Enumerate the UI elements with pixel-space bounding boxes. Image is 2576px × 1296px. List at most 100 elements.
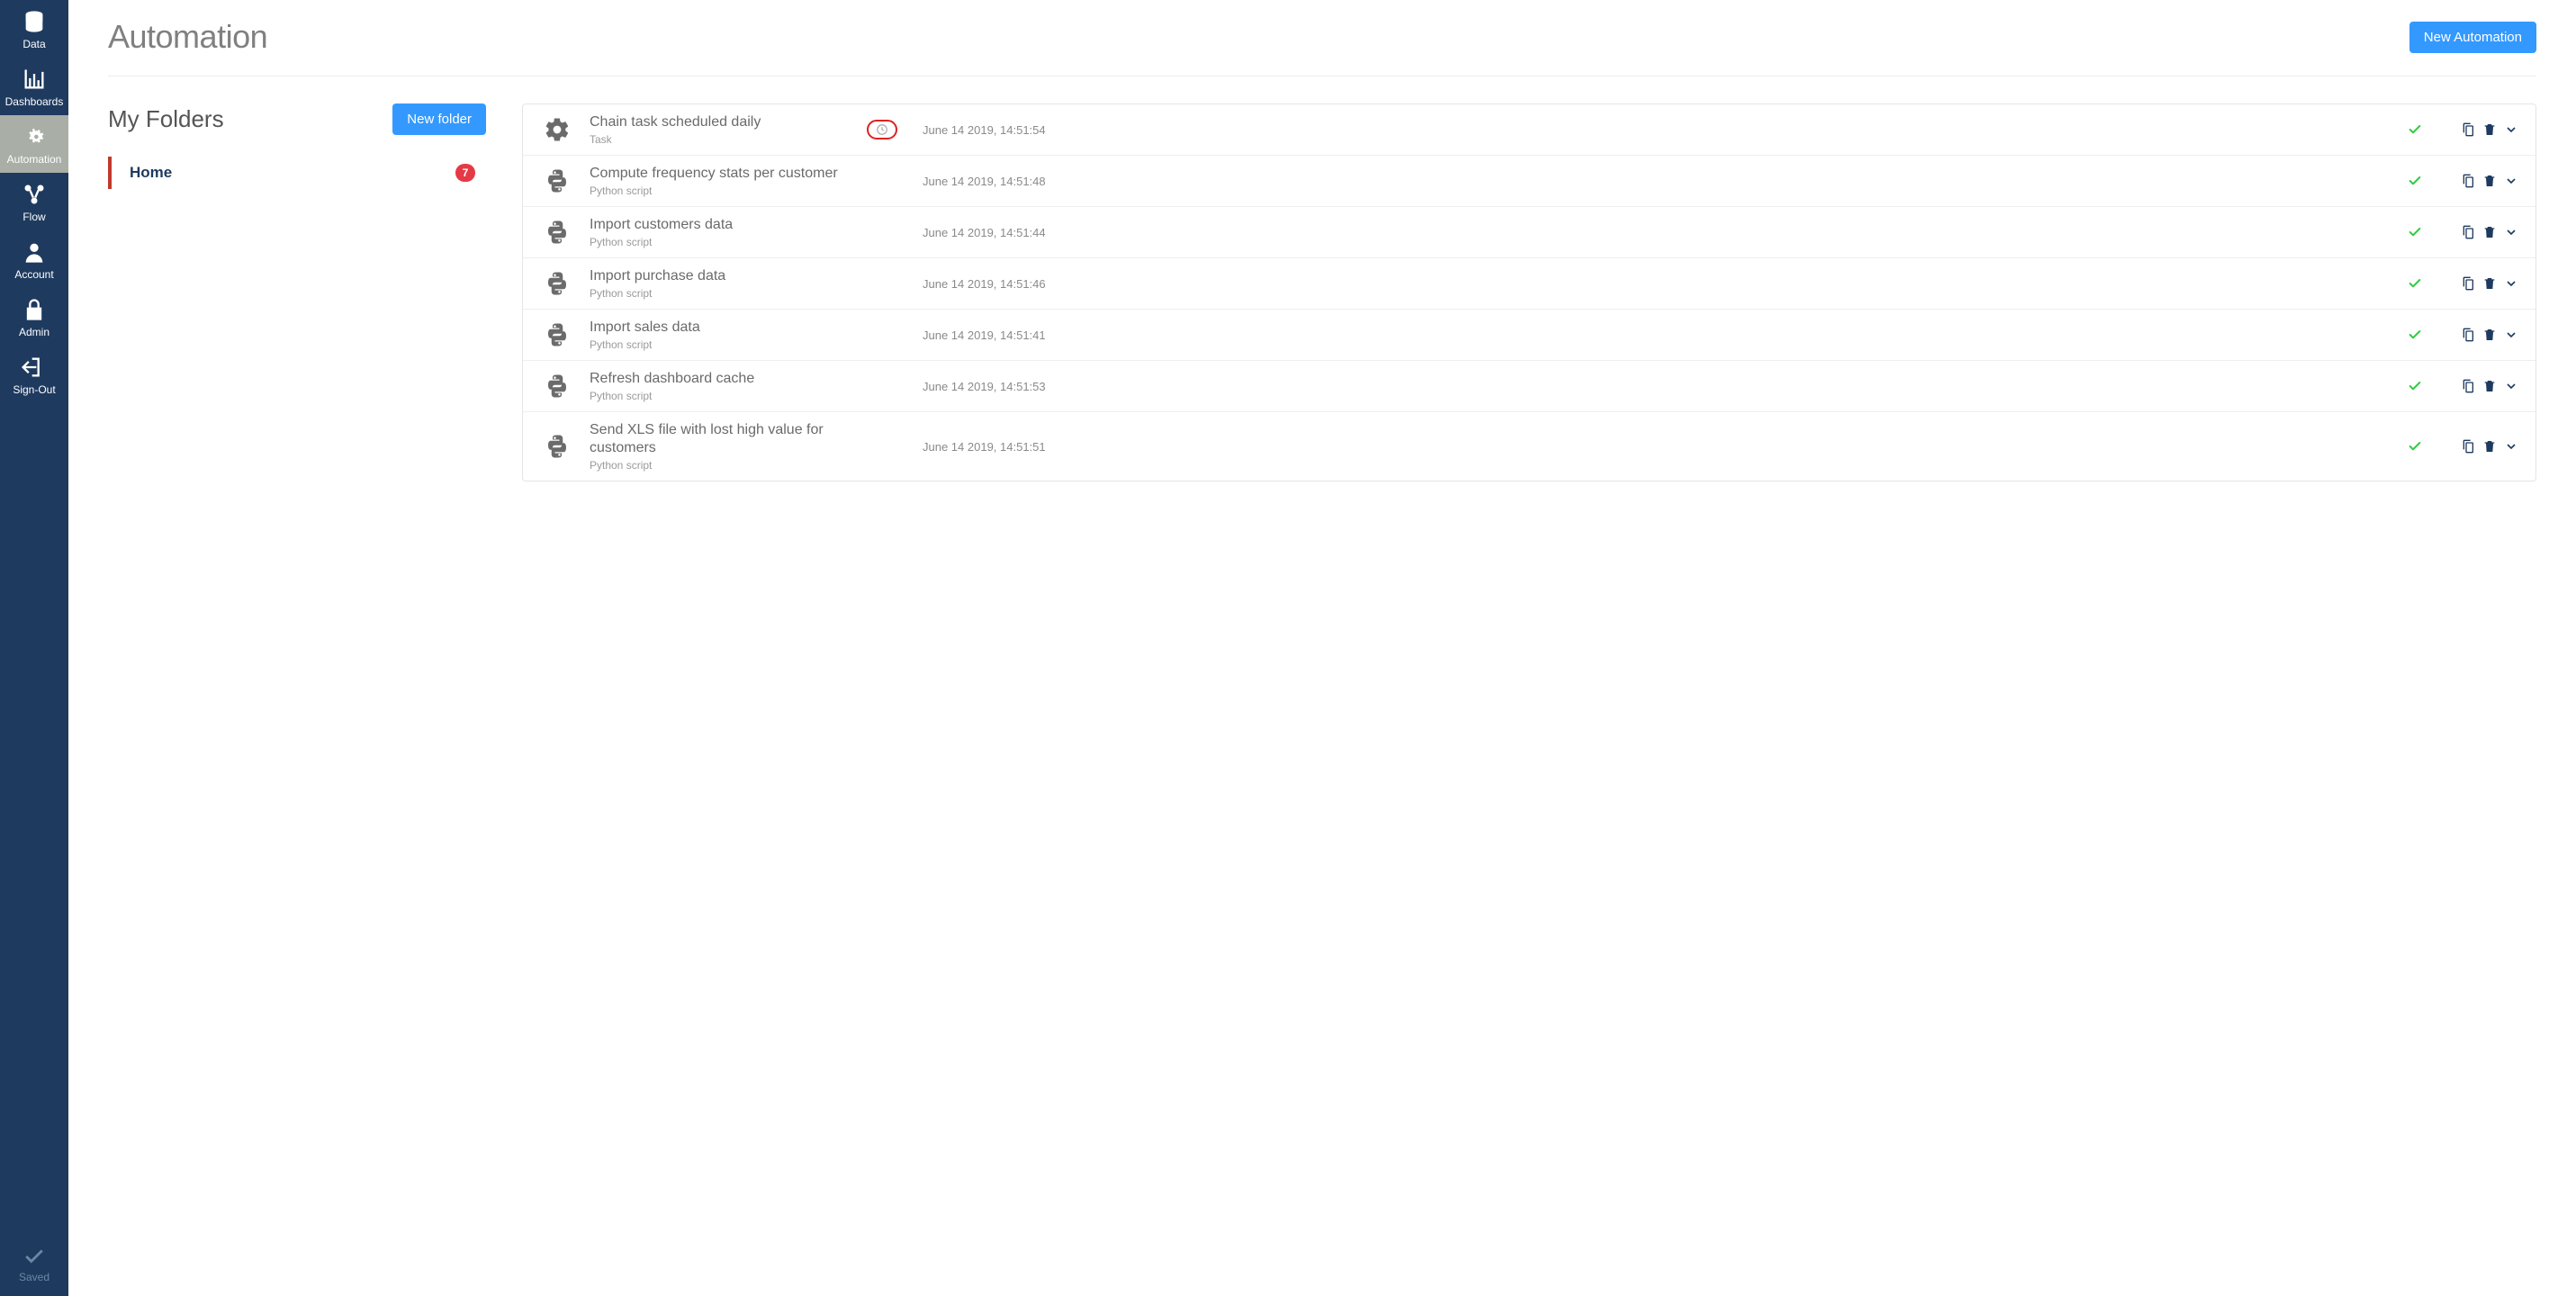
task-subtitle: Python script [590,390,842,402]
check-icon [2408,225,2422,239]
python-icon [534,219,581,246]
expand-button[interactable] [2503,438,2519,454]
sidebar-item-automation[interactable]: Automation [0,115,68,173]
chevron-down-icon [2504,174,2518,188]
folders-title: My Folders [108,105,224,133]
task-date: June 14 2019, 14:51:46 [923,277,2370,291]
task-subtitle: Task [590,133,842,146]
sidebar-item-account[interactable]: Account [0,230,68,288]
task-status [2379,439,2451,454]
sidebar-item-admin[interactable]: Admin [0,288,68,346]
folder-count-badge: 7 [455,164,475,182]
clock-icon [876,123,888,136]
header: Automation New Automation [108,18,2536,76]
delete-button[interactable] [2481,378,2498,394]
task-status [2379,379,2451,393]
copy-button[interactable] [2460,224,2476,240]
check-icon [23,1244,46,1267]
gears-icon [22,124,47,149]
trash-icon [2482,225,2497,239]
task-row[interactable]: Compute frequency stats per customer Pyt… [523,156,2535,207]
task-list: Chain task scheduled daily Task June 14 … [522,104,2536,482]
flow-icon [22,182,47,207]
folder-row[interactable]: Home 7 [108,157,486,189]
copy-icon [2461,276,2475,291]
task-row[interactable]: Send XLS file with lost high value for c… [523,412,2535,481]
trash-icon [2482,122,2497,137]
python-icon [534,270,581,297]
trash-icon [2482,174,2497,188]
check-icon [2408,174,2422,188]
task-subtitle: Python script [590,459,842,472]
task-date: June 14 2019, 14:51:41 [923,328,2370,342]
folder-name: Home [130,164,172,182]
python-icon [534,373,581,400]
task-date: June 14 2019, 14:51:54 [923,123,2370,137]
task-row[interactable]: Import customers data Python script June… [523,207,2535,258]
delete-button[interactable] [2481,224,2498,240]
copy-button[interactable] [2460,438,2476,454]
page-title: Automation [108,18,267,56]
task-status [2379,276,2451,291]
copy-button[interactable] [2460,122,2476,138]
sidebar-item-flow[interactable]: Flow [0,173,68,230]
delete-button[interactable] [2481,438,2498,454]
copy-button[interactable] [2460,378,2476,394]
task-status [2379,225,2451,239]
sidebar-item-label: Flow [23,211,45,223]
copy-button[interactable] [2460,275,2476,292]
scheduled-indicator [867,120,897,140]
new-automation-button[interactable]: New Automation [2409,22,2536,53]
check-icon [2408,439,2422,454]
task-row[interactable]: Import purchase data Python script June … [523,258,2535,310]
lock-icon [22,297,47,322]
delete-button[interactable] [2481,173,2498,189]
task-row[interactable]: Chain task scheduled daily Task June 14 … [523,104,2535,156]
task-subtitle: Python script [590,338,842,351]
sidebar-item-label: Admin [19,326,50,338]
task-row[interactable]: Refresh dashboard cache Python script Ju… [523,361,2535,412]
delete-button[interactable] [2481,327,2498,343]
expand-button[interactable] [2503,122,2519,138]
saved-label: Saved [19,1271,50,1283]
delete-button[interactable] [2481,275,2498,292]
expand-button[interactable] [2503,224,2519,240]
expand-button[interactable] [2503,173,2519,189]
sidebar-item-sign-out[interactable]: Sign-Out [0,346,68,403]
check-icon [2408,379,2422,393]
chevron-down-icon [2504,225,2518,239]
bar-chart-icon [22,67,47,92]
delete-button[interactable] [2481,122,2498,138]
trash-icon [2482,439,2497,454]
task-title: Import sales data [590,319,842,337]
task-title: Compute frequency stats per customer [590,165,842,183]
sign-out-icon [22,355,47,380]
copy-icon [2461,225,2475,239]
chevron-down-icon [2504,379,2518,393]
sidebar-item-data[interactable]: Data [0,0,68,58]
sidebar-item-label: Account [14,268,53,281]
python-icon [534,167,581,194]
sidebar-item-label: Dashboards [5,95,64,108]
chevron-down-icon [2504,276,2518,291]
new-folder-button[interactable]: New folder [392,104,486,135]
user-icon [22,239,47,265]
folders-panel: My Folders New folder Home 7 [108,104,486,189]
saved-indicator: Saved [0,1235,68,1296]
sidebar-item-label: Sign-Out [13,383,55,396]
sidebar-item-label: Automation [7,153,62,166]
copy-button[interactable] [2460,173,2476,189]
check-icon [2408,276,2422,291]
task-title: Chain task scheduled daily [590,113,842,131]
expand-button[interactable] [2503,327,2519,343]
trash-icon [2482,328,2497,342]
chevron-down-icon [2504,122,2518,137]
expand-button[interactable] [2503,378,2519,394]
sidebar-item-dashboards[interactable]: Dashboards [0,58,68,115]
task-subtitle: Python script [590,184,842,197]
copy-button[interactable] [2460,327,2476,343]
copy-icon [2461,379,2475,393]
expand-button[interactable] [2503,275,2519,292]
task-row[interactable]: Import sales data Python script June 14 … [523,310,2535,361]
python-icon [534,321,581,348]
